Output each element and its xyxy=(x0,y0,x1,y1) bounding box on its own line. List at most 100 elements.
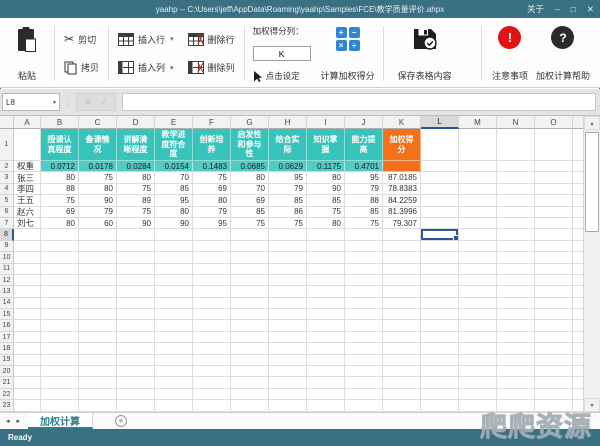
cell-A18[interactable] xyxy=(14,343,41,354)
cell-E5[interactable]: 95 xyxy=(155,195,193,206)
cell-K16[interactable] xyxy=(383,320,421,331)
cell-M9[interactable] xyxy=(459,241,497,252)
cell-G21[interactable] xyxy=(231,377,269,388)
cell-M6[interactable] xyxy=(459,207,497,218)
cell-K8[interactable] xyxy=(383,229,421,240)
cell-J6[interactable]: 85 xyxy=(345,207,383,218)
cell-D1[interactable]: 讲解清晰程度 xyxy=(117,129,155,161)
maximize-button[interactable]: □ xyxy=(571,4,576,14)
cell-K10[interactable] xyxy=(383,252,421,263)
cell-J3[interactable]: 95 xyxy=(345,172,383,183)
cell-C15[interactable] xyxy=(79,309,117,320)
cell-F20[interactable] xyxy=(193,366,231,377)
cell-A3[interactable]: 张三 xyxy=(14,172,41,183)
cell-D3[interactable]: 80 xyxy=(117,172,155,183)
cell-B13[interactable] xyxy=(41,286,79,297)
cell-K13[interactable] xyxy=(383,286,421,297)
minimize-button[interactable]: – xyxy=(555,4,560,14)
formula-input[interactable] xyxy=(122,93,596,111)
cell-C16[interactable] xyxy=(79,320,117,331)
cell-G4[interactable]: 70 xyxy=(231,184,269,195)
cell-H4[interactable]: 79 xyxy=(269,184,307,195)
close-button[interactable]: ✕ xyxy=(587,4,594,15)
cell-C10[interactable] xyxy=(79,252,117,263)
cell-E9[interactable] xyxy=(155,241,193,252)
prev-sheet-icon[interactable]: ◂ xyxy=(6,417,10,425)
cell-N12[interactable] xyxy=(497,275,535,286)
cell-H2[interactable]: 0.0629 xyxy=(269,161,307,172)
cell-D6[interactable]: 75 xyxy=(117,207,155,218)
cell-A14[interactable] xyxy=(14,298,41,309)
cell-J16[interactable] xyxy=(345,320,383,331)
cell-A9[interactable] xyxy=(14,241,41,252)
cell-N6[interactable] xyxy=(497,207,535,218)
cell-M14[interactable] xyxy=(459,298,497,309)
cell-F13[interactable] xyxy=(193,286,231,297)
cell-I22[interactable] xyxy=(307,389,345,400)
cell-N17[interactable] xyxy=(497,332,535,343)
cell-A4[interactable]: 李四 xyxy=(14,184,41,195)
cell-G2[interactable]: 0.0685 xyxy=(231,161,269,172)
cell-G12[interactable] xyxy=(231,275,269,286)
cell-I18[interactable] xyxy=(307,343,345,354)
cell-O14[interactable] xyxy=(535,298,573,309)
cell-A10[interactable] xyxy=(14,252,41,263)
cell-O12[interactable] xyxy=(535,275,573,286)
cell-J2[interactable]: 0.4701 xyxy=(345,161,383,172)
cell-D23[interactable] xyxy=(117,400,155,411)
cell-O11[interactable] xyxy=(535,264,573,275)
cell-O1[interactable] xyxy=(535,129,573,161)
insert-col-button[interactable]: 插入列 ▾ xyxy=(115,59,177,76)
row-header-2[interactable]: 2 xyxy=(0,161,14,172)
cell-M2[interactable] xyxy=(459,161,497,172)
cell-E14[interactable] xyxy=(155,298,193,309)
cell-M11[interactable] xyxy=(459,264,497,275)
cell-C5[interactable]: 90 xyxy=(79,195,117,206)
column-header-E[interactable]: E xyxy=(155,116,193,129)
cell-E16[interactable] xyxy=(155,320,193,331)
click-set-button[interactable]: 点击设定 xyxy=(253,70,311,82)
cell-I5[interactable]: 85 xyxy=(307,195,345,206)
row-header-15[interactable]: 15 xyxy=(0,309,14,320)
cell-K22[interactable] xyxy=(383,389,421,400)
cell-B20[interactable] xyxy=(41,366,79,377)
cell-K19[interactable] xyxy=(383,355,421,366)
cell-D16[interactable] xyxy=(117,320,155,331)
cell-L22[interactable] xyxy=(421,389,459,400)
cell-E19[interactable] xyxy=(155,355,193,366)
cell-E22[interactable] xyxy=(155,389,193,400)
row-header-11[interactable]: 11 xyxy=(0,264,14,275)
row-header-9[interactable]: 9 xyxy=(0,241,14,252)
cell-D17[interactable] xyxy=(117,332,155,343)
cell-K17[interactable] xyxy=(383,332,421,343)
cell-J9[interactable] xyxy=(345,241,383,252)
cell-H6[interactable]: 86 xyxy=(269,207,307,218)
vertical-scrollbar[interactable]: ▴ ▾ xyxy=(583,116,600,412)
cell-H7[interactable]: 75 xyxy=(269,218,307,229)
cell-E6[interactable]: 80 xyxy=(155,207,193,218)
cell-C22[interactable] xyxy=(79,389,117,400)
weight-col-input[interactable] xyxy=(253,46,311,61)
cell-G8[interactable] xyxy=(231,229,269,240)
row-header-16[interactable]: 16 xyxy=(0,320,14,331)
cell-B11[interactable] xyxy=(41,264,79,275)
cell-M20[interactable] xyxy=(459,366,497,377)
cell-M18[interactable] xyxy=(459,343,497,354)
cell-G11[interactable] xyxy=(231,264,269,275)
cell-A2[interactable]: 权重 xyxy=(14,161,41,172)
cell-E20[interactable] xyxy=(155,366,193,377)
notes-button[interactable]: ! 注意事项 xyxy=(488,23,532,84)
cell-N16[interactable] xyxy=(497,320,535,331)
cell-O20[interactable] xyxy=(535,366,573,377)
cell-L8[interactable] xyxy=(421,229,459,240)
cell-F11[interactable] xyxy=(193,264,231,275)
cell-K1[interactable]: 加权得分 xyxy=(383,129,421,161)
cell-A21[interactable] xyxy=(14,377,41,388)
cell-D2[interactable]: 0.0284 xyxy=(117,161,155,172)
cell-O7[interactable] xyxy=(535,218,573,229)
delete-col-button[interactable]: 删除列 xyxy=(185,59,238,76)
cell-A23[interactable] xyxy=(14,400,41,411)
cell-O23[interactable] xyxy=(535,400,573,411)
cell-B9[interactable] xyxy=(41,241,79,252)
cell-F5[interactable]: 80 xyxy=(193,195,231,206)
